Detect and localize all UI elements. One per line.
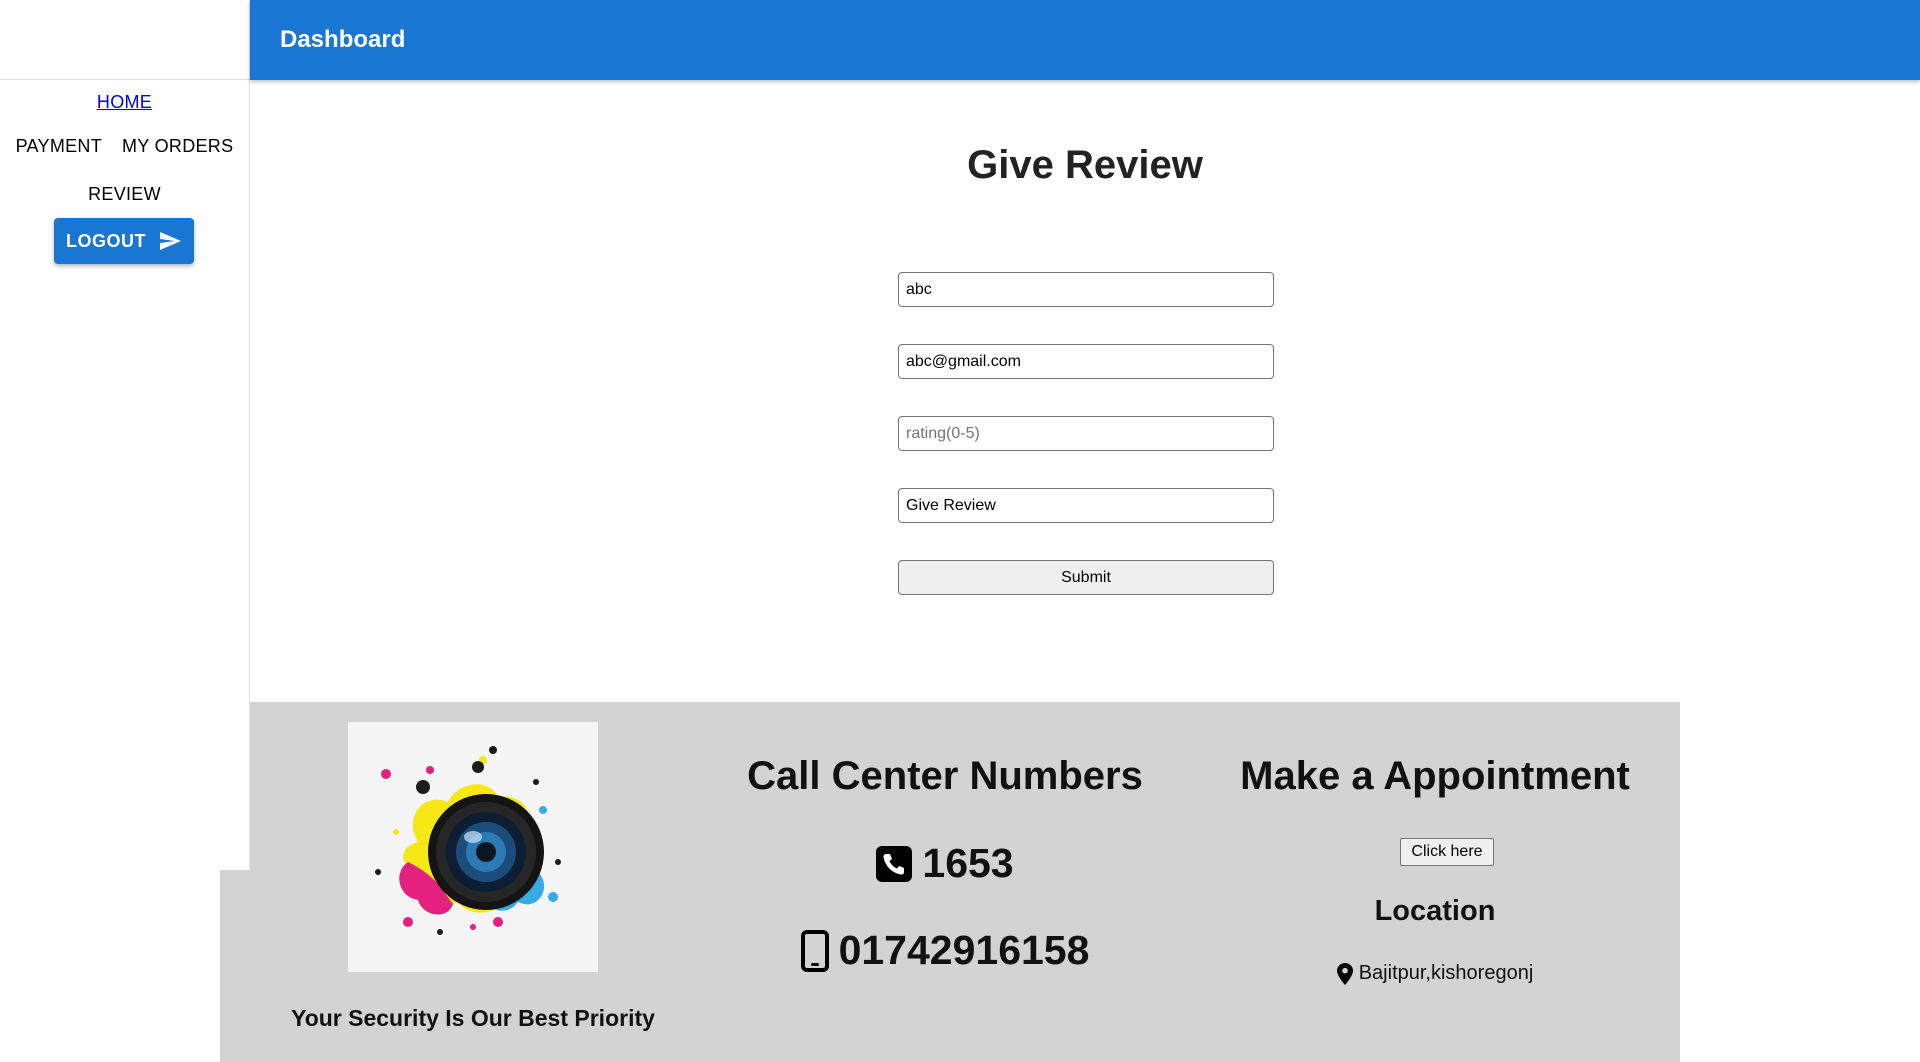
app-bar: Dashboard [250, 0, 1920, 80]
map-pin-icon [1336, 962, 1353, 985]
appointment-button[interactable]: Click here [1400, 838, 1494, 866]
phone-number-2: 01742916158 [838, 927, 1090, 973]
rating-field[interactable] [898, 416, 1274, 451]
location-heading: Location [1374, 895, 1496, 927]
sidebar-item-payment[interactable]: PAYMENT [16, 136, 102, 157]
app-title: Dashboard [280, 26, 406, 53]
footer-brand: Your Security Is Our Best Priority [250, 702, 700, 1062]
footer-tagline: Your Security Is Our Best Priority [291, 1005, 655, 1031]
logout-label: LOGOUT [66, 230, 146, 251]
footer-appointment: Make a Appointment Click here Location B… [1210, 702, 1660, 1062]
submit-button[interactable]: Submit [898, 560, 1274, 595]
location-line: Bajitpur,kishoregonj [1210, 962, 1660, 985]
phone-square-icon [876, 845, 913, 882]
location-text: Bajitpur,kishoregonj [1358, 962, 1534, 984]
comment-field[interactable] [898, 488, 1274, 523]
page-title: Give Review [967, 143, 1203, 187]
footer-edge [220, 870, 250, 1062]
phone-number-1: 1653 [922, 840, 1014, 886]
phone-line-1: 1653 [720, 840, 1170, 887]
sidebar-item-review[interactable]: REVIEW [0, 184, 249, 205]
camera-lens-logo [348, 722, 598, 972]
logout-button[interactable]: LOGOUT [54, 218, 194, 264]
appointment-heading: Make a Appointment [1240, 754, 1630, 798]
footer: Your Security Is Our Best Priority Call … [250, 702, 1680, 1062]
call-center-heading: Call Center Numbers [747, 754, 1143, 798]
send-icon [160, 232, 181, 250]
sidebar-header [0, 0, 249, 80]
name-field[interactable] [898, 272, 1274, 307]
email-field[interactable] [898, 344, 1274, 379]
sidebar: HOME PAYMENT MY ORDERS REVIEW LOGOUT [0, 0, 250, 870]
review-form: Submit [898, 272, 1274, 595]
sidebar-item-home[interactable]: HOME [0, 92, 249, 113]
sidebar-nav-row: PAYMENT MY ORDERS [0, 136, 249, 157]
sidebar-item-my-orders[interactable]: MY ORDERS [122, 136, 233, 157]
footer-call-center: Call Center Numbers 1653 01742916158 [720, 702, 1170, 1062]
phone-line-2: 01742916158 [720, 927, 1170, 974]
mobile-phone-icon [800, 929, 829, 972]
